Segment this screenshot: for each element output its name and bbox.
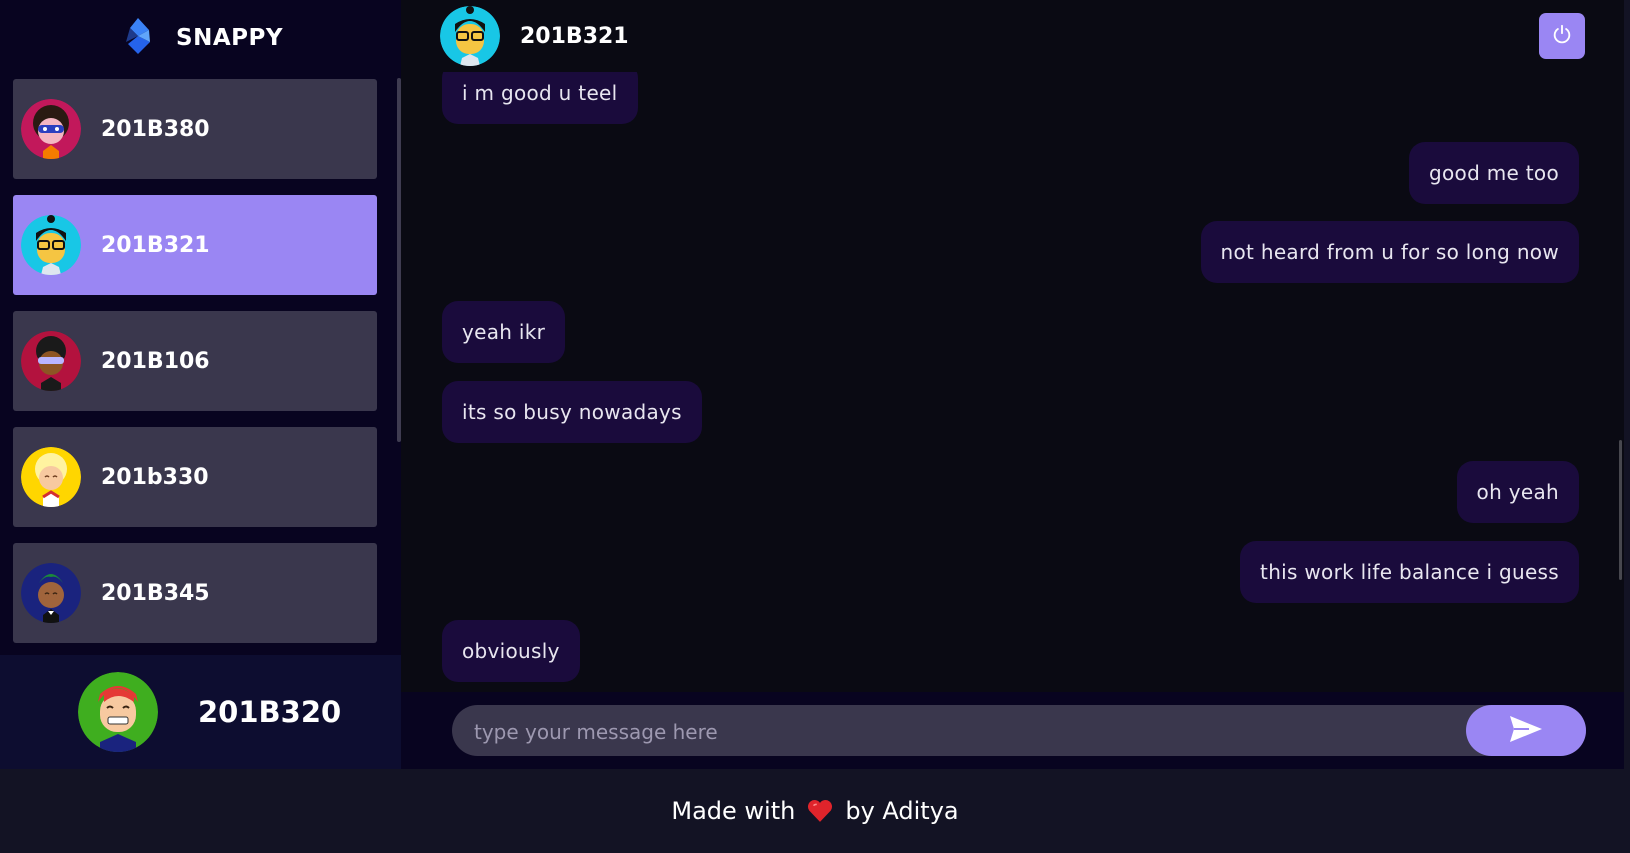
contact-name: 201B380 [101,116,210,142]
send-button[interactable] [1466,705,1586,756]
footer: Made with by Aditya [0,769,1630,853]
message-input-container [452,705,1586,758]
contact-item[interactable]: 201B380 [13,79,377,179]
message-list[interactable]: i m good u teel good me too not heard fr… [401,72,1624,692]
message-received: i m good u teel [442,72,638,124]
contact-name: 201B321 [101,232,210,258]
contact-item[interactable]: 201B345 [13,543,377,643]
avatar-yellow-blonde [21,447,81,507]
contact-item[interactable]: 201b330 [13,427,377,527]
message-sent: this work life balance i guess [1240,541,1579,603]
contact-name: 201B345 [101,580,210,606]
message-input[interactable] [472,705,1456,758]
avatar-pink-masked [21,99,81,159]
footer-prefix: Made with [671,797,796,825]
brand: SNAPPY [0,0,401,75]
logout-button[interactable] [1539,13,1585,59]
snappy-logo-icon [118,16,158,60]
footer-suffix: by Aditya [845,797,959,825]
brand-name: SNAPPY [176,24,283,51]
message-scrollbar[interactable] [1619,440,1622,580]
current-user: 201B320 [0,655,401,769]
contact-list: 201B380 201B321 201B106 201b330 201B345 [13,79,377,646]
contacts-panel: SNAPPY 201B380 201B321 201B106 201b330 2… [0,0,401,769]
avatar-green-redhair [78,672,158,752]
contact-name: 201B106 [101,348,210,374]
power-icon [1551,23,1573,49]
message-received: yeah ikr [442,301,566,363]
contact-name: 201b330 [101,464,209,490]
avatar-cyan-glasses [440,6,500,66]
contact-item[interactable]: 201B106 [13,311,377,411]
send-arrow-icon [1509,715,1543,747]
message-received: obviously [442,620,580,682]
avatar-cyan-glasses [21,215,81,275]
chat-contact-name: 201B321 [520,23,629,49]
current-user-name: 201B320 [198,695,342,729]
message-sent: good me too [1409,142,1579,204]
chat-panel: 201B321 i m good u teel good me too not … [401,0,1624,769]
chat-input-bar [401,692,1624,769]
contact-item-selected[interactable]: 201B321 [13,195,377,295]
avatar-red-sunglasses [21,331,81,391]
message-sent: not heard from u for so long now [1200,221,1579,283]
message-received: its so busy nowadays [442,381,702,443]
chat-header: 201B321 [401,0,1624,72]
heart-icon [807,799,833,823]
chat-app: SNAPPY 201B380 201B321 201B106 201b330 2… [0,0,1624,769]
message-sent: oh yeah [1456,461,1579,523]
avatar-navy-palm [21,563,81,623]
